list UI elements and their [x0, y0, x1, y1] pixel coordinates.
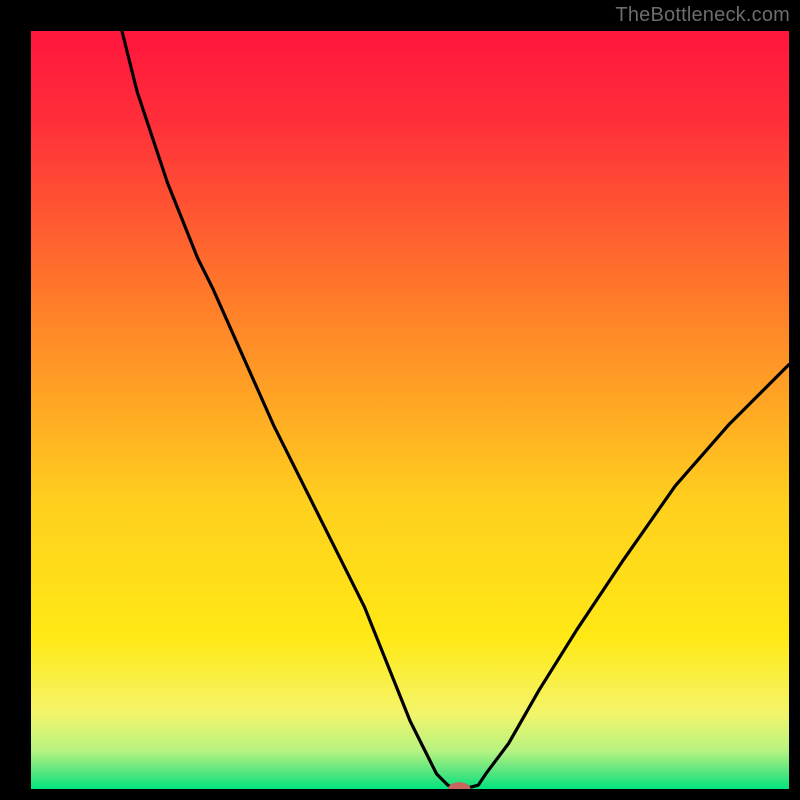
gradient-background	[31, 31, 789, 789]
chart-frame: TheBottleneck.com	[0, 0, 800, 800]
bottleneck-chart	[31, 31, 789, 789]
watermark-text: TheBottleneck.com	[615, 4, 790, 27]
plot-area	[31, 31, 789, 789]
